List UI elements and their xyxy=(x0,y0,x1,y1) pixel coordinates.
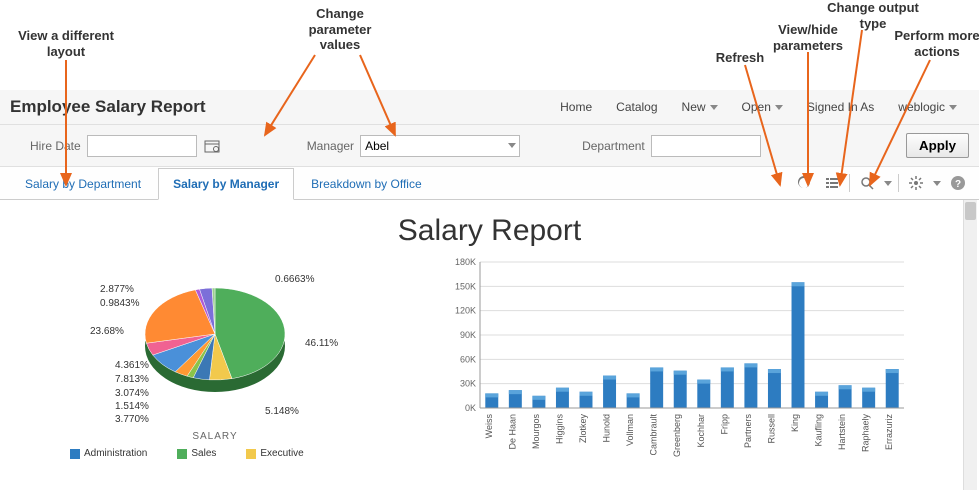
pie-slice-label: 4.361% xyxy=(115,360,149,371)
pie-slice-label: 3.770% xyxy=(115,414,149,425)
pie-slice-label: 0.9843% xyxy=(100,298,139,309)
svg-text:Kaufling: Kaufling xyxy=(814,414,824,447)
svg-text:60K: 60K xyxy=(460,354,476,364)
svg-text:Cambrault: Cambrault xyxy=(649,414,659,456)
svg-text:Kochhar: Kochhar xyxy=(696,414,706,448)
pie-slice-label: 23.68% xyxy=(90,326,124,337)
svg-text:King: King xyxy=(790,414,800,432)
svg-text:Greenberg: Greenberg xyxy=(672,414,682,457)
pie-slice-label: 7.813% xyxy=(115,374,149,385)
svg-text:Raphaely: Raphaely xyxy=(861,414,871,453)
svg-text:Hartstein: Hartstein xyxy=(837,414,847,450)
svg-text:Zlotkey: Zlotkey xyxy=(578,414,588,444)
svg-text:De Haan: De Haan xyxy=(507,414,517,450)
bar-chart: 0K 30K 60K 90K 120K 150K 180K Weiss De Haan Mourg… xyxy=(440,256,910,466)
svg-text:30K: 30K xyxy=(460,379,476,389)
pie-slice-label: 5.148% xyxy=(265,406,299,417)
svg-text:Hunold: Hunold xyxy=(602,414,612,443)
svg-text:0K: 0K xyxy=(465,403,476,413)
pie-slice-label: 2.877% xyxy=(100,284,134,295)
pie-slice-label: 0.6663% xyxy=(275,274,314,285)
annotation-arrows xyxy=(0,0,979,200)
svg-text:Higgins: Higgins xyxy=(554,414,564,445)
svg-text:150K: 150K xyxy=(455,281,476,291)
scrollbar[interactable] xyxy=(963,200,977,490)
svg-text:120K: 120K xyxy=(455,306,476,316)
svg-text:Fripp: Fripp xyxy=(719,414,729,435)
svg-text:90K: 90K xyxy=(460,330,476,340)
svg-text:Mourgos: Mourgos xyxy=(531,414,541,450)
tab-salary-by-manager[interactable]: Salary by Manager xyxy=(158,168,294,200)
report-area: Salary Report 46.11% 5.148% 3.770% 1.514% 3.… xyxy=(0,200,979,490)
svg-text:180K: 180K xyxy=(455,257,476,267)
chevron-down-icon[interactable] xyxy=(508,143,516,148)
pie-slice-label: 1.514% xyxy=(115,401,149,412)
annotations-overlay: View a different layout Change parameter… xyxy=(0,0,979,90)
pie-chart: 46.11% 5.148% 3.770% 1.514% 3.074% 7.813% 4.36… xyxy=(20,256,410,459)
svg-text:Weiss: Weiss xyxy=(484,414,494,439)
svg-text:Russell: Russell xyxy=(766,414,776,444)
pie-slice-label: 46.11% xyxy=(305,338,338,349)
report-title: Salary Report xyxy=(20,214,959,248)
svg-text:Errazuriz: Errazuriz xyxy=(884,414,894,451)
svg-text:Vollman: Vollman xyxy=(625,414,635,446)
svg-text:Partners: Partners xyxy=(743,414,753,449)
pie-slice-label: 3.074% xyxy=(115,388,149,399)
